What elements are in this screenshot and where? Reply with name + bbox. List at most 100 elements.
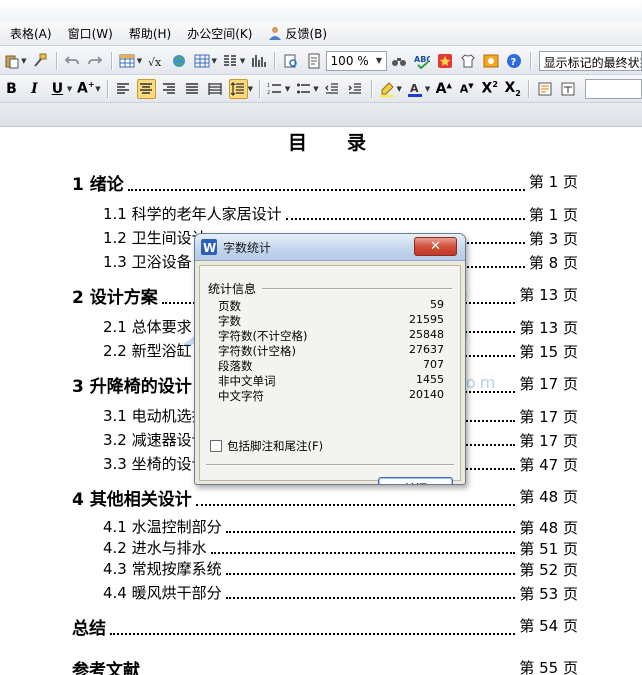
distributed-icon[interactable] (206, 79, 225, 99)
bold-icon[interactable]: B (2, 79, 21, 99)
decrease-indent-icon[interactable] (323, 79, 342, 99)
highlight-icon[interactable] (378, 79, 397, 99)
toc-entry[interactable]: 4 其他相关设计 第 48 页 (0, 485, 642, 510)
image-gallery-icon[interactable] (481, 51, 500, 71)
styles-pane-icon[interactable] (535, 79, 554, 99)
toolbar-separator (106, 79, 108, 98)
underline-icon[interactable]: U (48, 79, 67, 99)
menu-office-space[interactable]: 办公空间(K) (187, 25, 252, 42)
svg-text:√x: √x (148, 56, 162, 69)
stat-row: 字符数(不计空格) 25848 (218, 328, 444, 343)
dialog-close-icon[interactable]: ✕ (414, 237, 457, 256)
svg-text:2: 2 (267, 90, 270, 96)
text-box-icon[interactable] (558, 79, 577, 99)
toc-leader-dots (226, 597, 515, 599)
toc-page-number: 第 48 页 (519, 488, 578, 506)
increase-indent-icon[interactable] (346, 79, 365, 99)
insert-table-icon[interactable] (118, 51, 137, 71)
markup-display-select[interactable]: 显示标记的最终状态 (538, 50, 642, 71)
include-footnotes-option[interactable]: 包括脚注和尾注(F) (210, 438, 323, 454)
star-badge-icon[interactable] (435, 51, 454, 71)
toc-entry-text: 2 设计方案 (72, 288, 158, 308)
toc-entry-text: 1.1 科学的老年人家居设计 (103, 205, 282, 223)
shirt-icon[interactable] (458, 51, 477, 71)
toc-entry[interactable]: 总结 第 54 页 (0, 614, 642, 639)
redo-icon[interactable] (86, 51, 105, 71)
stat-row: 字数 21595 (218, 313, 444, 328)
toc-page-number: 第 54 页 (519, 617, 578, 635)
toc-entry-text: 2.2 新型浴缸 (103, 342, 192, 360)
toc-entry[interactable]: 4.4 暖风烘干部分 第 53 页 (0, 582, 642, 604)
toc-entry-text: 1.3 卫浴设备 (103, 253, 192, 271)
toc-title: 目录 (288, 132, 407, 154)
toc-entry[interactable]: 4.3 常规按摩系统 第 52 页 (0, 558, 642, 580)
zoom-select[interactable]: 100 % ▼ (325, 50, 388, 71)
menu-help[interactable]: 帮助(H) (129, 25, 171, 42)
align-left-icon[interactable] (114, 79, 133, 99)
highlight-dropdown-icon[interactable]: ▼ (397, 85, 402, 93)
table-dropdown-icon[interactable]: ▼ (137, 57, 142, 65)
align-center-icon[interactable] (136, 78, 156, 99)
grid-dropdown-icon[interactable]: ▼ (211, 57, 216, 65)
columns-icon[interactable] (221, 51, 240, 71)
menu-feedback-label: 反馈(B) (285, 27, 328, 41)
line-spacing-icon[interactable] (228, 78, 248, 99)
stat-row: 字符数(计空格) 27637 (218, 343, 444, 358)
wps-writer-icon: W (201, 239, 217, 255)
help-icon[interactable]: ? (505, 51, 524, 71)
toc-leader-dots (211, 552, 515, 554)
font-color-dropdown-icon[interactable]: ▼ (425, 85, 430, 93)
document-map-icon[interactable] (304, 51, 323, 71)
numbered-list-dropdown-icon[interactable]: ▼ (285, 85, 290, 93)
bullet-list-dropdown-icon[interactable]: ▼ (313, 85, 318, 93)
stat-value: 20140 (409, 388, 444, 401)
numbered-list-icon[interactable]: 12 (266, 79, 285, 99)
italic-icon[interactable]: I (25, 79, 44, 99)
zoom-value: 100 % (330, 53, 369, 68)
superscript-icon[interactable]: X2 (480, 79, 499, 99)
menu-window[interactable]: 窗口(W) (68, 25, 113, 42)
menu-feedback[interactable]: 反馈(B) (268, 25, 327, 42)
formula-icon[interactable]: √x (146, 51, 165, 71)
font-size-icon[interactable]: A+ (76, 79, 95, 99)
include-footnotes-checkbox[interactable] (210, 440, 222, 452)
paste-dropdown-icon[interactable]: ▼ (21, 57, 26, 65)
toc-leader-dots (128, 189, 525, 191)
menu-table[interactable]: 表格(A) (10, 25, 52, 42)
formatting-toolbar: B I U ▼ A+ ▼ ▼ 12 ▼ ▼ ▼ A ▼ A▲ A▼ X2 X2 (0, 75, 642, 103)
hyperlink-globe-icon[interactable] (169, 51, 188, 71)
toc-page-number: 第 1 页 (528, 206, 578, 224)
undo-icon[interactable] (63, 51, 82, 71)
bar-chart-icon[interactable] (249, 51, 268, 71)
font-color-icon[interactable]: A (406, 79, 425, 99)
columns-dropdown-icon[interactable]: ▼ (240, 57, 245, 65)
stat-label: 字符数(计空格) (218, 344, 296, 358)
shrink-font-icon[interactable]: A▼ (457, 79, 476, 99)
align-right-icon[interactable] (160, 79, 179, 99)
line-spacing-dropdown-icon[interactable]: ▼ (248, 85, 253, 93)
print-preview-icon[interactable] (281, 51, 300, 71)
toc-entry[interactable]: 4.1 水温控制部分 第 48 页 (0, 516, 642, 538)
bullet-list-icon[interactable] (294, 79, 313, 99)
grow-font-icon[interactable]: A▲ (434, 79, 453, 99)
stat-value: 59 (430, 298, 444, 311)
justify-icon[interactable] (183, 79, 202, 99)
toc-entry[interactable]: 1 绪论 第 1 页 (0, 170, 642, 195)
stat-value: 21595 (409, 313, 444, 326)
subscript-icon[interactable]: X2 (503, 79, 522, 99)
style-select[interactable] (585, 78, 642, 99)
spell-check-icon[interactable]: ABC (412, 51, 431, 71)
font-size-dropdown-icon[interactable]: ▼ (95, 85, 100, 93)
format-painter-icon[interactable] (30, 51, 49, 71)
toc-entry-text: 2.1 总体要求 (103, 318, 192, 336)
paste-icon[interactable] (2, 51, 21, 71)
table-grid-icon[interactable] (192, 51, 211, 71)
toc-entry[interactable]: 1.1 科学的老年人家居设计 第 1 页 (0, 203, 642, 225)
toc-entry[interactable]: 参考文献 第 55 页 (0, 656, 642, 675)
toolbar-separator (259, 79, 260, 98)
close-button[interactable]: 关闭 (378, 477, 453, 484)
toc-entry[interactable]: 4.2 进水与排水 第 51 页 (0, 537, 642, 559)
underline-dropdown-icon[interactable]: ▼ (67, 85, 72, 93)
stat-row: 页数 59 (218, 298, 444, 313)
binoculars-icon[interactable] (389, 51, 408, 71)
